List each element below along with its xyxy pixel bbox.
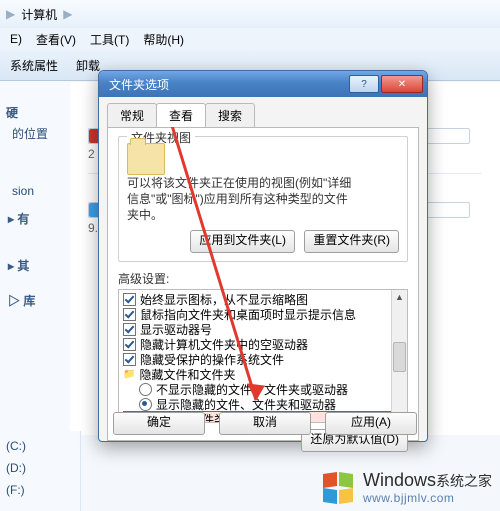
apply-button[interactable]: 应用(A) [325, 412, 417, 435]
tree-item-5[interactable]: 📁隐藏文件和文件夹 [123, 367, 405, 382]
watermark-brand-cn: 系统之家 [436, 473, 492, 489]
tree-item-7[interactable]: 显示隐藏的文件、文件夹和驱动器 [123, 397, 405, 412]
scroll-thumb[interactable] [393, 342, 406, 372]
menu-view[interactable]: 查看(V) [36, 31, 76, 48]
checkbox-2[interactable] [123, 323, 136, 336]
checkbox-3[interactable] [123, 338, 136, 351]
checkbox-0[interactable] [123, 293, 136, 306]
radio-6[interactable] [139, 383, 152, 396]
watermark: Windows系统之家 www.bjjmlv.com [321, 470, 492, 505]
advanced-settings-tree[interactable]: 始终显示图标，从不显示缩略图鼠标指向文件夹和桌面项时显示提示信息显示驱动器号隐藏… [118, 289, 408, 423]
help-button[interactable]: ? [349, 75, 379, 93]
close-button[interactable]: ✕ [381, 75, 423, 93]
folder-view-desc: 可以将该文件夹正在使用的视图(例如"详细信息"或"图标")应用到所有这种类型的文… [127, 175, 355, 224]
nav-pane: 硬 的位置 sion ▸ 有 ▸ 其 ▷ 库 [0, 82, 81, 435]
tree-item-6[interactable]: 不显示隐藏的文件、文件夹或驱动器 [123, 382, 405, 397]
dialog-title: 文件夹选项 [109, 76, 169, 93]
nav-group-library[interactable]: ▷ 库 [6, 292, 76, 309]
tree-item-4[interactable]: 隐藏受保护的操作系统文件 [123, 352, 405, 367]
drive-c[interactable]: (C:) [6, 435, 76, 457]
nav-group-disk: 硬 [6, 104, 76, 121]
checkbox-1[interactable] [123, 308, 136, 321]
tree-item-0[interactable]: 始终显示图标，从不显示缩略图 [123, 292, 405, 307]
ok-button[interactable]: 确定 [113, 412, 205, 435]
watermark-brand: Windows [363, 470, 436, 490]
tree-item-1[interactable]: 鼠标指向文件夹和桌面项时显示提示信息 [123, 307, 405, 322]
folder-view-group: 文件夹视图 可以将该文件夹正在使用的视图(例如"详细信息"或"图标")应用到所有… [118, 136, 408, 262]
tab-search[interactable]: 搜索 [205, 103, 255, 127]
folder-icon [127, 143, 165, 175]
toolbar-system-properties[interactable]: 系统属性 [10, 57, 58, 74]
watermark-url: www.bjjmlv.com [363, 491, 492, 505]
address-bar[interactable]: ▶ 计算机 ▶ [0, 0, 500, 29]
nav-item-location[interactable]: 的位置 [12, 125, 76, 142]
cancel-button[interactable]: 取消 [219, 412, 311, 435]
drive-list: (C:) (D:) (F:) [0, 431, 81, 511]
drive-d[interactable]: (D:) [6, 457, 76, 479]
nav-item-sion[interactable]: sion [12, 184, 76, 198]
folder-options-dialog: 文件夹选项 ? ✕ 常规 查看 搜索 文件夹视图 可以将该文件夹正在使用的视图(… [98, 70, 428, 442]
tree-item-3[interactable]: 隐藏计算机文件夹中的空驱动器 [123, 337, 405, 352]
menu-tools[interactable]: 工具(T) [90, 31, 129, 48]
menu-help[interactable]: 帮助(H) [143, 31, 184, 48]
menu-bar: E) 查看(V) 工具(T) 帮助(H) [0, 28, 500, 51]
dialog-titlebar[interactable]: 文件夹选项 ? ✕ [99, 71, 427, 97]
windows-logo-icon [321, 473, 355, 503]
tab-strip: 常规 查看 搜索 [99, 97, 427, 127]
reset-folders-button[interactable]: 重置文件夹(R) [304, 230, 399, 253]
breadcrumb-sep-icon: ▶ [63, 7, 72, 21]
tab-view[interactable]: 查看 [156, 103, 206, 127]
folder-node-icon: 📁 [123, 369, 135, 380]
nav-group-you[interactable]: ▸ 有 [6, 210, 76, 227]
breadcrumb[interactable]: 计算机 [21, 6, 57, 23]
advanced-settings-label: 高级设置: [118, 270, 408, 287]
tab-general[interactable]: 常规 [107, 103, 157, 127]
menu-e[interactable]: E) [10, 32, 22, 46]
tree-item-2[interactable]: 显示驱动器号 [123, 322, 405, 337]
scroll-up-icon[interactable]: ▲ [395, 290, 404, 304]
radio-7[interactable] [139, 398, 152, 411]
tab-view-panel: 文件夹视图 可以将该文件夹正在使用的视图(例如"详细信息"或"图标")应用到所有… [107, 128, 419, 441]
apply-to-folders-button[interactable]: 应用到文件夹(L) [190, 230, 295, 253]
tree-scrollbar[interactable]: ▲ ▼ [391, 290, 407, 422]
addr-chevron-icon: ▶ [6, 7, 15, 21]
drive-f[interactable]: (F:) [6, 479, 76, 501]
toolbar-uninstall[interactable]: 卸载 [76, 57, 100, 74]
nav-group-other[interactable]: ▸ 其 [6, 257, 76, 274]
checkbox-4[interactable] [123, 353, 136, 366]
